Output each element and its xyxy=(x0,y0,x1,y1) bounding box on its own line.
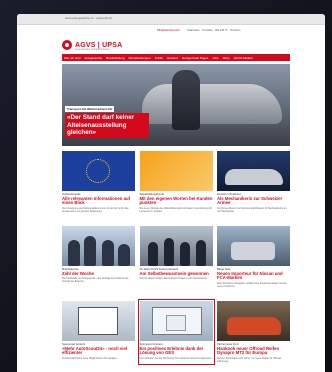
nav-item[interactable]: Berufsbildung xyxy=(106,56,124,60)
hero-car-image xyxy=(142,84,282,124)
ceremony-image xyxy=(139,226,213,266)
article-row-2: Mitarbeitende Zahl der Woche Die Fachkrä… xyxy=(62,226,290,288)
article-title[interactable]: Ein positives Erlebnis dank der Lösung v… xyxy=(140,346,213,357)
article-teaser: Seit 25 Jahren fördert das Netzwerk Frau… xyxy=(139,277,208,281)
offroad-vehicle-image xyxy=(217,301,290,341)
article-teaser: Die Armee-Dienst und Karrieremöglichkeit… xyxy=(217,207,287,214)
hero-person-image xyxy=(172,70,200,130)
top-link-left[interactable]: www.autogewerbe.ch · autoprofi.ch xyxy=(65,16,112,20)
article-card-highlighted[interactable]: Sponsored Content Ein positives Erlebnis… xyxy=(137,298,215,366)
article-teaser: Die Umsetzung des Rahmenabkommens mit de… xyxy=(62,207,129,214)
article-card[interactable]: Partnernews Ford Hankook neuer Offroad R… xyxy=(217,301,290,363)
software-screenshot-image xyxy=(139,301,213,341)
article-row-3: Sponsored Content «Mehr AutoScout24» - n… xyxy=(62,298,290,366)
nav-item[interactable]: Autogewerbe xyxy=(84,56,102,60)
article-card[interactable]: Sponsored Content «Mehr AutoScout24» - n… xyxy=(62,301,135,363)
nav-item[interactable]: AGVS-Medien xyxy=(234,56,253,60)
article-teaser: Eine Schweizer Garagistin schildert ihre… xyxy=(217,282,288,289)
article-row-1: Verbandsstudie Alle relevanten Informati… xyxy=(62,151,290,213)
browser-page: www.autogewerbe.ch · autoprofi.ch Mitgli… xyxy=(17,14,325,372)
orange-graphic-image xyxy=(139,151,213,191)
nav-item[interactable]: Dienstleistungen xyxy=(129,56,151,60)
utility-bar: Mitgliederbereich Startseite · Kontakt ·… xyxy=(17,25,325,34)
site-logo[interactable]: AGVS | UPSA Auto Gewerbe Verband Schweiz xyxy=(62,38,122,52)
article-teaser: Robust, komfortabel und sicher: ein neue… xyxy=(217,357,282,364)
browser-top-bar: www.autogewerbe.ch · autoprofi.ch xyxy=(17,14,325,25)
article-card[interactable]: Mitarbeitende Zahl der Woche Die Fachkrä… xyxy=(62,226,135,288)
article-teaser: Kein Schaden bei der Rechnung: Ein einfa… xyxy=(139,357,213,361)
nav-item[interactable]: Jobs xyxy=(212,56,218,60)
article-title[interactable]: Am Selbstbewusstsein gewonnen xyxy=(140,271,213,277)
article-title[interactable]: Neuen Importeur für Nissan und FCA-Marke… xyxy=(217,271,290,282)
article-card[interactable]: Einsatz in Russland Als Mechanikerin zur… xyxy=(217,151,290,213)
article-title[interactable]: «Mehr AutoScout24» - noch viel effizient… xyxy=(62,346,135,357)
member-area-link[interactable]: Mitgliederbereich xyxy=(157,28,180,32)
article-teaser: Die Fachkräfte im Autogewerbe: eine wich… xyxy=(62,277,129,284)
nav-item[interactable]: Garagenwelt Pages xyxy=(182,56,208,60)
sponsor-image xyxy=(62,301,135,341)
article-title[interactable]: Mit den eigenen Worten bei Kunden punkte… xyxy=(140,196,213,207)
logo-subtitle: Auto Gewerbe Verband Schweiz xyxy=(75,48,110,51)
article-card[interactable]: Verbandsstudie Alle relevanten Informati… xyxy=(62,151,135,213)
vehicle-image xyxy=(217,226,290,266)
car-image xyxy=(217,151,290,191)
article-card[interactable]: 25 Jahre AGVS Frauennetzwerk Am Selbstbe… xyxy=(139,226,213,288)
nav-item[interactable]: Shop xyxy=(223,56,230,60)
nav-item[interactable]: Politik xyxy=(155,56,163,60)
people-image xyxy=(62,226,135,266)
article-title[interactable]: Hankook neuer Offroad Reifen Dynapro MT2… xyxy=(217,346,290,357)
nav-item[interactable]: Verband xyxy=(167,56,178,60)
hero-headline[interactable]: «Der Stand darf keiner Alteisenausstellu… xyxy=(65,113,149,138)
nav-item[interactable]: Wer wir sind xyxy=(64,56,80,60)
article-title[interactable]: Als Mechanikerin zur Schweizer Armee xyxy=(217,196,290,207)
article-card[interactable]: Weiterbildungsfonds Mit den eigenen Wort… xyxy=(139,151,213,214)
article-teaser: AutoScout24 bietet neue Möglichkeiten fü… xyxy=(62,357,118,361)
main-navigation: Wer wir sind Autogewerbe Berufsbildung D… xyxy=(62,54,290,61)
utility-links[interactable]: Startseite · Kontakt · DE FR IT · Suchen xyxy=(187,28,240,32)
hero-article[interactable]: Transport-CH Wetterradnetz-CH «Der Stand… xyxy=(62,64,290,146)
article-card[interactable]: Berge Auto Neuen Importeur für Nissan un… xyxy=(217,226,290,288)
hero-tag: Transport-CH Wetterradnetz-CH xyxy=(65,106,115,112)
desktop-background: www.autogewerbe.ch · autoprofi.ch Mitgli… xyxy=(0,0,332,372)
logo-icon xyxy=(62,40,72,50)
eu-flag-image xyxy=(62,151,135,191)
article-teaser: Die neuen Module des Weiterbildungsfonds… xyxy=(139,207,212,214)
article-title[interactable]: Alle relevanten Informationen auf einen … xyxy=(62,196,135,207)
article-title[interactable]: Zahl der Woche xyxy=(62,271,135,277)
